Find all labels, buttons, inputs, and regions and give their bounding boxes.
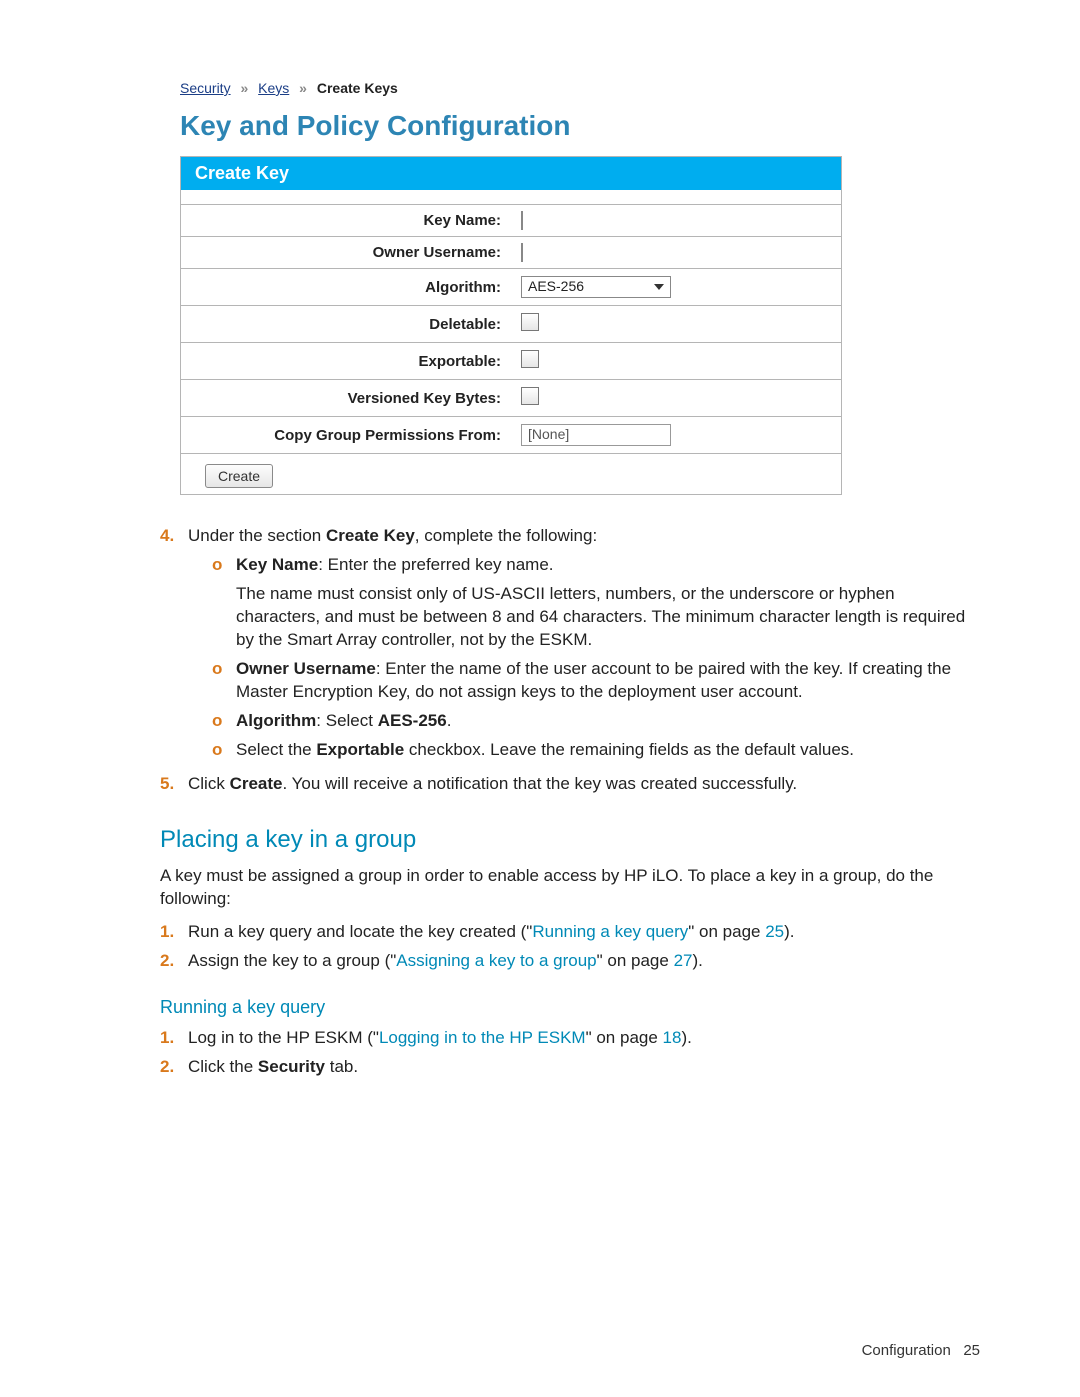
create-key-panel: Create Key Key Name: Owner Username: Alg… — [180, 156, 842, 495]
create-button[interactable]: Create — [205, 464, 273, 488]
step-number: 5. — [160, 773, 188, 796]
page-footer: Configuration 25 — [862, 1342, 980, 1359]
step-5: 5. Click Create. You will receive a noti… — [160, 773, 980, 796]
link-page-27[interactable]: 27 — [674, 951, 693, 970]
step-number: 1. — [160, 921, 188, 944]
text-bold: Owner Username — [236, 659, 376, 678]
create-key-form: Key Name: Owner Username: Algorithm: AES… — [181, 204, 841, 454]
text-bold: AES-256 — [378, 711, 447, 730]
label-key-name: Key Name: — [181, 205, 511, 237]
section3-step1: 1. Log in to the HP ESKM ("Logging in to… — [160, 1027, 980, 1050]
text: checkbox. Leave the remaining fields as … — [404, 740, 854, 759]
document-body: 4. Under the section Create Key, complet… — [160, 525, 980, 1079]
step-4: 4. Under the section Create Key, complet… — [160, 525, 980, 767]
footer-page: 25 — [963, 1342, 980, 1359]
chevron-down-icon — [654, 284, 664, 290]
text: Click — [188, 774, 230, 793]
paragraph: A key must be assigned a group in order … — [160, 865, 980, 911]
text: Run a key query and locate the key creat… — [188, 922, 532, 941]
text: . You will receive a notification that t… — [282, 774, 797, 793]
link-page-25[interactable]: 25 — [765, 922, 784, 941]
text: : Enter the preferred key name. — [318, 555, 553, 574]
step-number: 1. — [160, 1027, 188, 1050]
page-title: Key and Policy Configuration — [180, 110, 980, 142]
text: The name must consist only of US-ASCII l… — [236, 583, 980, 652]
step-4-owner-username: o Owner Username: Enter the name of the … — [212, 658, 980, 704]
key-name-input[interactable] — [521, 211, 523, 230]
bullet-icon: o — [212, 658, 236, 704]
text: . — [447, 711, 452, 730]
algorithm-value: AES-256 — [528, 278, 584, 294]
label-deletable: Deletable: — [181, 306, 511, 343]
link-running-key-query[interactable]: Running a key query — [532, 922, 688, 941]
document-page: Security » Keys » Create Keys Key and Po… — [0, 0, 1080, 1397]
text-bold: Create — [230, 774, 283, 793]
panel-header: Create Key — [181, 157, 841, 190]
step-number: 4. — [160, 525, 188, 767]
label-copy-perms: Copy Group Permissions From: — [181, 417, 511, 454]
heading-placing-key: Placing a key in a group — [160, 824, 980, 856]
text: Select the — [236, 740, 316, 759]
section2-step2: 2. Assign the key to a group ("Assigning… — [160, 950, 980, 973]
link-page-18[interactable]: 18 — [663, 1028, 682, 1047]
label-algorithm: Algorithm: — [181, 269, 511, 306]
breadcrumb: Security » Keys » Create Keys — [180, 80, 980, 96]
bullet-icon: o — [212, 554, 236, 652]
owner-username-input[interactable] — [521, 243, 523, 262]
section3-step2: 2. Click the Security tab. — [160, 1056, 980, 1079]
footer-label: Configuration — [862, 1342, 951, 1359]
breadcrumb-current: Create Keys — [317, 80, 398, 96]
heading-running-key-query: Running a key query — [160, 995, 980, 1019]
versioned-checkbox[interactable] — [521, 387, 539, 405]
link-assigning-key-group[interactable]: Assigning a key to a group — [396, 951, 596, 970]
text: Under the section — [188, 526, 326, 545]
label-owner-username: Owner Username: — [181, 237, 511, 269]
breadcrumb-keys[interactable]: Keys — [258, 80, 289, 96]
text: Assign the key to a group (" — [188, 951, 396, 970]
text-bold: Create Key — [326, 526, 415, 545]
breadcrumb-sep: » — [299, 80, 307, 96]
algorithm-select[interactable]: AES-256 — [521, 276, 671, 298]
text: ). — [784, 922, 794, 941]
text-bold: Key Name — [236, 555, 318, 574]
create-key-screenshot: Security » Keys » Create Keys Key and Po… — [180, 80, 980, 495]
step-number: 2. — [160, 950, 188, 973]
breadcrumb-security[interactable]: Security — [180, 80, 231, 96]
text: " on page — [597, 951, 674, 970]
text: , complete the following: — [415, 526, 597, 545]
text: tab. — [325, 1057, 358, 1076]
bullet-icon: o — [212, 710, 236, 733]
exportable-checkbox[interactable] — [521, 350, 539, 368]
deletable-checkbox[interactable] — [521, 313, 539, 331]
bullet-icon: o — [212, 739, 236, 762]
text: " on page — [688, 922, 765, 941]
breadcrumb-sep: » — [240, 80, 248, 96]
text-bold: Security — [258, 1057, 325, 1076]
link-logging-in-eskm[interactable]: Logging in to the HP ESKM — [379, 1028, 586, 1047]
text: : Select — [316, 711, 377, 730]
label-versioned: Versioned Key Bytes: — [181, 380, 511, 417]
label-exportable: Exportable: — [181, 343, 511, 380]
section2-step1: 1. Run a key query and locate the key cr… — [160, 921, 980, 944]
text-bold: Exportable — [316, 740, 404, 759]
text-bold: Algorithm — [236, 711, 316, 730]
text: ). — [692, 951, 702, 970]
step-4-algorithm: o Algorithm: Select AES-256. — [212, 710, 980, 733]
step-4-exportable: o Select the Exportable checkbox. Leave … — [212, 739, 980, 762]
copy-perms-select[interactable]: [None] — [521, 424, 671, 446]
text: Click the — [188, 1057, 258, 1076]
text: ). — [681, 1028, 691, 1047]
text: " on page — [586, 1028, 663, 1047]
step-number: 2. — [160, 1056, 188, 1079]
step-4-key-name: o Key Name: Enter the preferred key name… — [212, 554, 980, 652]
text: Log in to the HP ESKM (" — [188, 1028, 379, 1047]
